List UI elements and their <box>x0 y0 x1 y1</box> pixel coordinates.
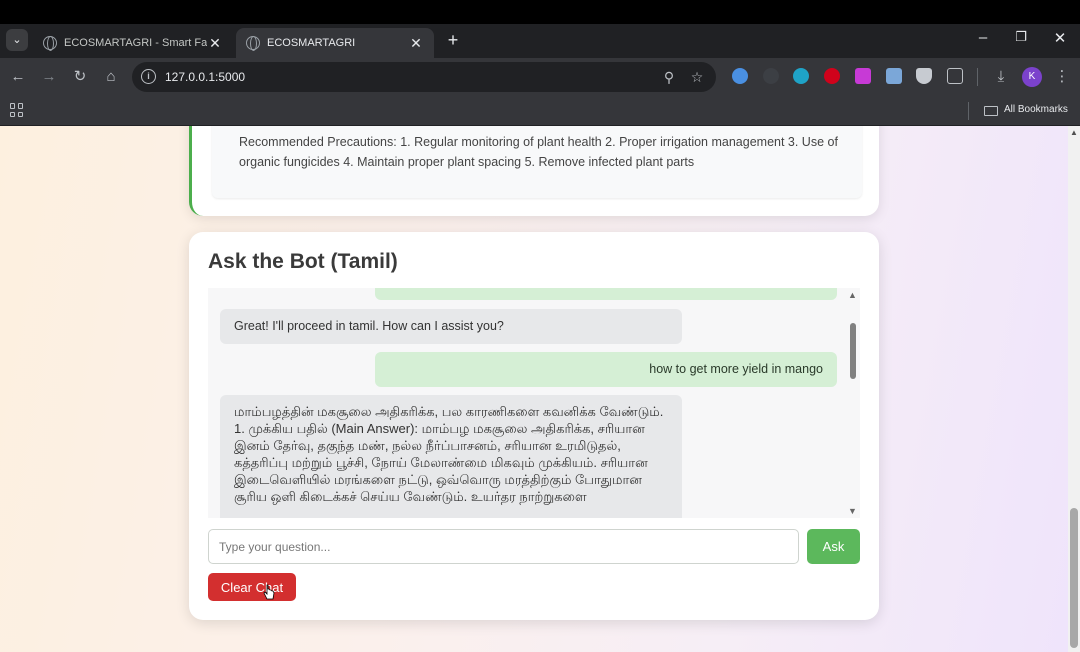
chat-history[interactable]: Great! I'll proceed in tamil. How can I … <box>208 288 860 518</box>
clear-chat-button[interactable]: Clear Chat <box>208 573 296 601</box>
page-scrollbar[interactable]: ▲ <box>1068 126 1080 652</box>
screen-top-strip <box>0 0 1080 24</box>
chat-scrollbar[interactable]: ▲ ▼ <box>846 288 860 518</box>
extension-shield-icon[interactable] <box>916 68 932 84</box>
tab-title: ECOSMARTAGRI - Smart Farm <box>64 37 207 49</box>
scroll-up-icon[interactable]: ▲ <box>1070 128 1078 137</box>
bookmark-star-icon[interactable]: ☆ <box>688 68 706 86</box>
page-viewport: Recommended Precautions: 1. Regular moni… <box>0 126 1068 652</box>
chat-scroll-thumb[interactable] <box>850 323 856 379</box>
bot-message: Great! I'll proceed in tamil. How can I … <box>220 309 682 344</box>
tab-smart-farm[interactable]: ECOSMARTAGRI - Smart Farm ✕ <box>33 28 233 58</box>
prediction-result-card: Recommended Precautions: 1. Regular moni… <box>189 126 879 216</box>
extension-dark-icon[interactable] <box>763 68 779 84</box>
profile-avatar[interactable]: K <box>1022 67 1042 87</box>
tab-title: ECOSMARTAGRI <box>267 37 356 49</box>
apps-grid-icon[interactable] <box>10 103 24 117</box>
forward-icon[interactable]: → <box>39 67 59 87</box>
extensions-puzzle-icon[interactable] <box>947 68 963 84</box>
bot-message: மாம்பழத்தின் மகசூலை அதிகரிக்க, பல காரணிக… <box>220 395 682 518</box>
globe-icon <box>43 36 57 51</box>
back-icon[interactable]: ← <box>8 67 28 87</box>
minimize-icon[interactable]: – <box>973 29 993 46</box>
chatbot-title: Ask the Bot (Tamil) <box>208 250 398 273</box>
menu-kebab-icon[interactable]: ⋮ <box>1052 67 1072 87</box>
tab-bar: ⌄ ECOSMARTAGRI - Smart Farm ✕ ECOSMARTAG… <box>0 24 1080 58</box>
tab-ecosmartagri[interactable]: ECOSMARTAGRI ✕ <box>236 28 434 58</box>
zoom-icon[interactable]: ⚲ <box>660 68 678 86</box>
close-tab-icon[interactable]: ✕ <box>207 35 223 52</box>
bookmarks-divider <box>968 102 969 120</box>
download-icon[interactable]: ⤓ <box>991 67 1011 87</box>
globe-icon <box>246 36 260 51</box>
hand-cursor-icon <box>263 584 275 600</box>
close-tab-icon[interactable]: ✕ <box>408 35 424 52</box>
folder-icon[interactable] <box>984 106 998 116</box>
extension-image-icon[interactable] <box>886 68 902 84</box>
toolbar-divider <box>977 68 978 86</box>
scroll-down-icon[interactable]: ▼ <box>848 506 857 516</box>
restore-icon[interactable]: ❐ <box>1011 29 1031 45</box>
extension-edge-icon[interactable] <box>732 68 748 84</box>
browser-toolbar: ← → ↻ ⌂ i 127.0.0.1:5000 ⚲ ☆ ⤓ K ⋮ <box>0 58 1080 96</box>
question-input[interactable] <box>208 529 799 564</box>
scroll-up-icon[interactable]: ▲ <box>848 290 857 300</box>
precautions-text: Recommended Precautions: 1. Regular moni… <box>239 135 838 169</box>
page-scroll-thumb[interactable] <box>1070 508 1078 648</box>
close-window-icon[interactable]: ✕ <box>1050 29 1070 47</box>
precautions-box: Recommended Precautions: 1. Regular moni… <box>212 126 862 198</box>
user-message <box>375 288 837 300</box>
extension-purple-icon[interactable] <box>855 68 871 84</box>
home-icon[interactable]: ⌂ <box>101 67 121 87</box>
url-text: 127.0.0.1:5000 <box>165 70 246 84</box>
address-bar[interactable]: i 127.0.0.1:5000 ⚲ ☆ <box>132 62 716 92</box>
user-message: how to get more yield in mango <box>375 352 837 387</box>
reload-icon[interactable]: ↻ <box>70 67 90 87</box>
ask-button[interactable]: Ask <box>807 529 860 564</box>
all-bookmarks-link[interactable]: All Bookmarks <box>1004 104 1068 115</box>
extension-ublock-icon[interactable] <box>824 68 840 84</box>
tab-search-chevron-icon[interactable]: ⌄ <box>6 29 28 51</box>
new-tab-icon[interactable]: + <box>443 30 463 51</box>
bookmarks-bar: All Bookmarks <box>0 96 1080 126</box>
chatbot-card: Ask the Bot (Tamil) Great! I'll proceed … <box>189 232 879 620</box>
extension-teal-icon[interactable] <box>793 68 809 84</box>
site-info-icon[interactable]: i <box>141 69 156 84</box>
